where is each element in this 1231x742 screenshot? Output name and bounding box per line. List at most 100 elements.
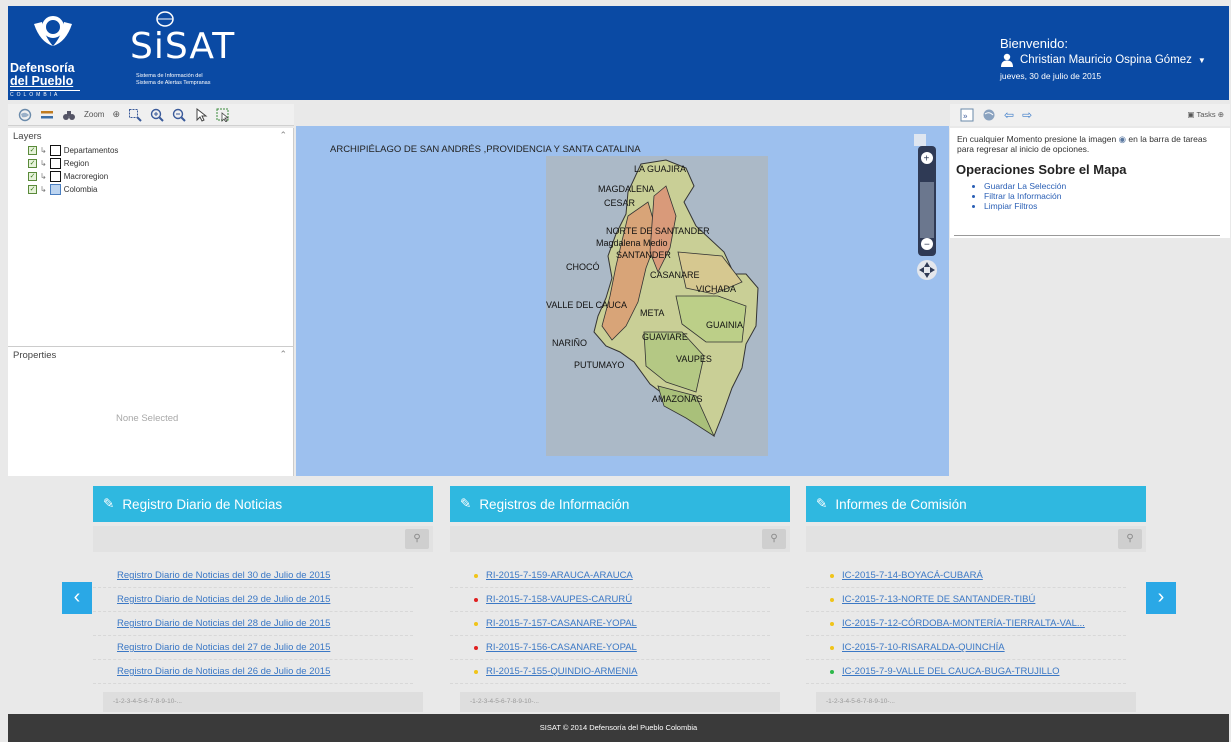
list-link[interactable]: IC-2015-7-9-VALLE DEL CAUCA-BUGA-TRUJILL… [842,666,1060,677]
zoom-in-icon[interactable] [150,108,164,122]
zoom-control[interactable]: + − [912,132,942,282]
list-link[interactable]: RI-2015-7-155-QUINDIO-ARMENIA [486,666,638,677]
layer-label: Region [63,159,90,168]
collapse-icon[interactable]: ⌃ [279,130,287,141]
none-selected-text: None Selected [116,413,179,424]
card-title: Registros de Información [479,496,630,512]
globe-icon[interactable] [18,108,32,122]
status-dot [474,645,478,650]
pan-control-icon[interactable] [917,260,937,280]
layer-item-colombia[interactable]: ✓ ↳ Colombia [8,183,293,196]
save-selection-link[interactable]: Guardar La Selección [984,181,1066,191]
layer-checkbox[interactable]: ✓ [28,146,37,155]
user-box: Bienvenido: Christian Mauricio Ospina Gó… [1000,36,1230,81]
tasks-label: Tasks [1196,110,1216,119]
operations-list: Guardar La Selección Filtrar la Informac… [950,181,1230,211]
list-link[interactable]: IC-2015-7-13-NORTE DE SANTANDER-TIBÚ [842,594,1035,605]
caret-down-icon: ▼ [1197,55,1206,65]
forward-icon[interactable]: ⇨ [1022,108,1032,122]
list-link[interactable]: IC-2015-7-12-CÓRDOBA-MONTERÍA-TIERRALTA-… [842,618,1085,629]
collapse-icon[interactable]: ⌃ [279,349,287,360]
list-item: IC-2015-7-13-NORTE DE SANTANDER-TIBÚ [806,588,1126,612]
pagination[interactable]: -1-2-3-4-5-6-7-8-9-10-... [103,692,423,712]
layer-label: Departamentos [63,146,119,155]
card-header: ✎ Registro Diario de Noticias [93,486,433,522]
colombia-map[interactable]: LA GUAJIRA MAGDALENA CESAR NORTE DE SANT… [546,156,776,456]
pointer-icon: ↳ [40,185,47,194]
map-label: Magdalena Medio [596,238,668,248]
list-link[interactable]: IC-2015-7-10-RISARALDA-QUINCHÍA [842,642,1005,653]
list-link[interactable]: Registro Diario de Noticias del 29 de Ju… [117,594,330,605]
status-dot [474,669,478,674]
card-title: Informes de Comisión [835,496,967,512]
pencil-icon: ✎ [816,496,828,511]
back-icon[interactable]: ⇦ [1004,108,1014,122]
clear-filters-link[interactable]: Limpiar Filtros [984,201,1037,211]
card-list: Registro Diario de Noticias del 30 de Ju… [93,552,433,684]
zoom-out-icon[interactable] [172,108,186,122]
map-canvas[interactable]: ARCHIPIÉLAGO DE SAN ANDRÉS ,PROVIDENCIA … [296,126,949,476]
tasks-button[interactable]: ▣ Tasks ⊕ [1187,110,1224,119]
list-link[interactable]: Registro Diario de Noticias del 27 de Ju… [117,642,330,653]
card-noticias: ✎ Registro Diario de Noticias ⚲ Registro… [93,486,433,712]
status-dot [830,669,834,674]
list-item: Filtrar la Información [984,191,1230,201]
operations-title: Operaciones Sobre el Mapa [956,162,1127,177]
next-arrow-button[interactable]: › [1146,582,1176,614]
list-item: IC-2015-7-12-CÓRDOBA-MONTERÍA-TIERRALTA-… [806,612,1126,636]
map-label: MAGDALENA [598,184,655,194]
layer-item-departamentos[interactable]: ✓ ↳ Departamentos [8,144,293,157]
pagination[interactable]: -1-2-3-4-5-6-7-8-9-10-... [816,692,1136,712]
search-input[interactable]: ⚲ [806,526,1146,552]
zoom-box-icon[interactable] [128,108,142,122]
prev-arrow-button[interactable]: ‹ [62,582,92,614]
layers-title: Layers [13,131,42,142]
list-link[interactable]: Registro Diario de Noticias del 28 de Ju… [117,618,330,629]
search-icon[interactable]: ⚲ [1118,529,1142,549]
search-input[interactable]: ⚲ [93,526,433,552]
status-dot [474,573,478,578]
list-item: RI-2015-7-156-CASANARE-YOPAL [450,636,770,660]
list-link[interactable]: RI-2015-7-158-VAUPES-CARURÚ [486,594,632,605]
expand-icon[interactable]: » [960,108,974,122]
layers-panel: Layers ⌃ ✓ ↳ Departamentos ✓ ↳ Region ✓ … [8,128,294,346]
zoom-dropdown-icon[interactable]: ⊕ [112,109,120,120]
layer-swatch [49,145,61,156]
user-menu[interactable]: Christian Mauricio Ospina Gómez ▼ [1000,53,1230,67]
list-link[interactable]: RI-2015-7-157-CASANARE-YOPAL [486,618,637,629]
layer-item-region[interactable]: ✓ ↳ Region [8,157,293,170]
layer-checkbox[interactable]: ✓ [28,185,37,194]
card-registros: ✎ Registros de Información ⚲ RI-2015-7-1… [450,486,790,712]
search-icon[interactable]: ⚲ [405,529,429,549]
layer-checkbox[interactable]: ✓ [28,172,37,181]
pointer-icon: ↳ [40,146,47,155]
select-area-icon[interactable] [216,108,230,123]
map-label: AMAZONAS [652,394,703,404]
list-link[interactable]: Registro Diario de Noticias del 30 de Ju… [117,570,330,581]
list-link[interactable]: Registro Diario de Noticias del 26 de Ju… [117,666,330,677]
sisat-logo[interactable]: SiSAT Sistema de Información del Sistema… [126,10,246,96]
pointer-icon[interactable] [194,107,208,122]
map-label: GUAINIA [706,320,743,330]
defensoria-logo[interactable]: Defensoría del Pueblo COLOMBIA [8,10,98,98]
layers-icon[interactable] [40,108,54,122]
list-link[interactable]: RI-2015-7-159-ARAUCA-ARAUCA [486,570,633,581]
search-input[interactable]: ⚲ [450,526,790,552]
list-link[interactable]: RI-2015-7-156-CASANARE-YOPAL [486,642,637,653]
list-link[interactable]: IC-2015-7-14-BOYACÁ-CUBARÁ [842,570,983,581]
card-list: RI-2015-7-159-ARAUCA-ARAUCA RI-2015-7-15… [450,552,790,684]
filter-info-link[interactable]: Filtrar la Información [984,191,1061,201]
list-item: Registro Diario de Noticias del 26 de Ju… [93,660,413,684]
home-globe-icon[interactable] [982,108,996,122]
search-icon[interactable]: ⚲ [762,529,786,549]
layer-swatch [49,158,61,169]
zoom-label[interactable]: Zoom [84,110,104,119]
layer-item-macroregion[interactable]: ✓ ↳ Macroregion [8,170,293,183]
layer-checkbox[interactable]: ✓ [28,159,37,168]
map-label: CHOCÓ [566,262,600,272]
map-label: CASANARE [650,270,700,280]
logo-line-2: del Pueblo [10,74,74,88]
binoculars-icon[interactable] [62,108,76,122]
card-title: Registro Diario de Noticias [122,496,283,512]
pagination[interactable]: -1-2-3-4-5-6-7-8-9-10-... [460,692,780,712]
